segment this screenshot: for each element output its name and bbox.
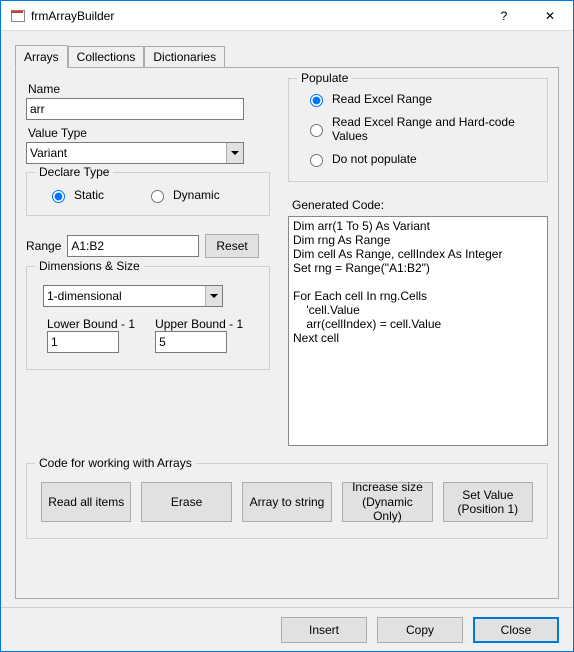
declare-static-radio[interactable]: Static: [47, 187, 104, 203]
window-frame: frmArrayBuilder ? ✕ Arrays Collections D…: [0, 0, 574, 652]
array-to-string-button[interactable]: Array to string: [242, 482, 332, 522]
range-label: Range: [26, 239, 61, 253]
close-window-button[interactable]: ✕: [527, 1, 573, 31]
dimensions-legend: Dimensions & Size: [35, 259, 144, 273]
app-icon: [9, 8, 25, 24]
read-all-items-button[interactable]: Read all items: [41, 482, 131, 522]
populate-hardcode-radio[interactable]: Read Excel Range and Hard-code Values: [305, 115, 537, 143]
tab-strip: Arrays Collections Dictionaries: [1, 31, 573, 67]
valuetype-select[interactable]: [26, 142, 244, 164]
name-label: Name: [28, 82, 270, 96]
dimensions-group: Dimensions & Size Lower Bound - 1: [26, 266, 270, 370]
dialog-footer: Insert Copy Close: [1, 607, 573, 651]
populate-read-radio[interactable]: Read Excel Range: [305, 91, 537, 107]
code-actions-group: Code for working with Arrays Read all it…: [26, 463, 548, 539]
dimensions-select[interactable]: [43, 285, 223, 307]
populate-group: Populate Read Excel Range Read Excel Ran…: [288, 78, 548, 182]
tab-collections[interactable]: Collections: [68, 46, 145, 67]
client-area: Arrays Collections Dictionaries Name Val…: [1, 31, 573, 651]
reset-button[interactable]: Reset: [205, 234, 258, 258]
tab-body-arrays: Name Value Type Declare Type Static: [15, 68, 559, 599]
declare-type-legend: Declare Type: [35, 165, 113, 179]
name-input[interactable]: [26, 98, 244, 120]
window-title: frmArrayBuilder: [31, 9, 114, 23]
populate-none-radio[interactable]: Do not populate: [305, 151, 537, 167]
declare-type-group: Declare Type Static Dynamic: [26, 172, 270, 216]
insert-button[interactable]: Insert: [281, 617, 367, 643]
tab-arrays[interactable]: Arrays: [15, 45, 68, 68]
set-value-button[interactable]: Set Value(Position 1): [443, 482, 533, 522]
close-button[interactable]: Close: [473, 617, 559, 643]
chevron-down-icon[interactable]: [226, 143, 243, 163]
titlebar: frmArrayBuilder ? ✕: [1, 1, 573, 31]
code-actions-legend: Code for working with Arrays: [35, 456, 196, 470]
generated-code-label: Generated Code:: [292, 198, 548, 212]
upperbound-input[interactable]: [155, 331, 227, 353]
upperbound-label: Upper Bound - 1: [155, 317, 243, 331]
dimensions-value[interactable]: [43, 285, 223, 307]
valuetype-value[interactable]: [26, 142, 244, 164]
declare-dynamic-radio[interactable]: Dynamic: [146, 187, 220, 203]
populate-legend: Populate: [297, 71, 352, 85]
lowerbound-label: Lower Bound - 1: [47, 317, 135, 331]
chevron-down-icon[interactable]: [205, 286, 222, 306]
increase-size-button[interactable]: Increase size(Dynamic Only): [342, 482, 432, 522]
erase-button[interactable]: Erase: [141, 482, 231, 522]
range-input[interactable]: [67, 235, 199, 257]
help-button[interactable]: ?: [481, 1, 527, 31]
tab-dictionaries[interactable]: Dictionaries: [144, 46, 225, 67]
lowerbound-input[interactable]: [47, 331, 119, 353]
copy-button[interactable]: Copy: [377, 617, 463, 643]
generated-code-textarea[interactable]: [288, 216, 548, 446]
valuetype-label: Value Type: [28, 126, 270, 140]
